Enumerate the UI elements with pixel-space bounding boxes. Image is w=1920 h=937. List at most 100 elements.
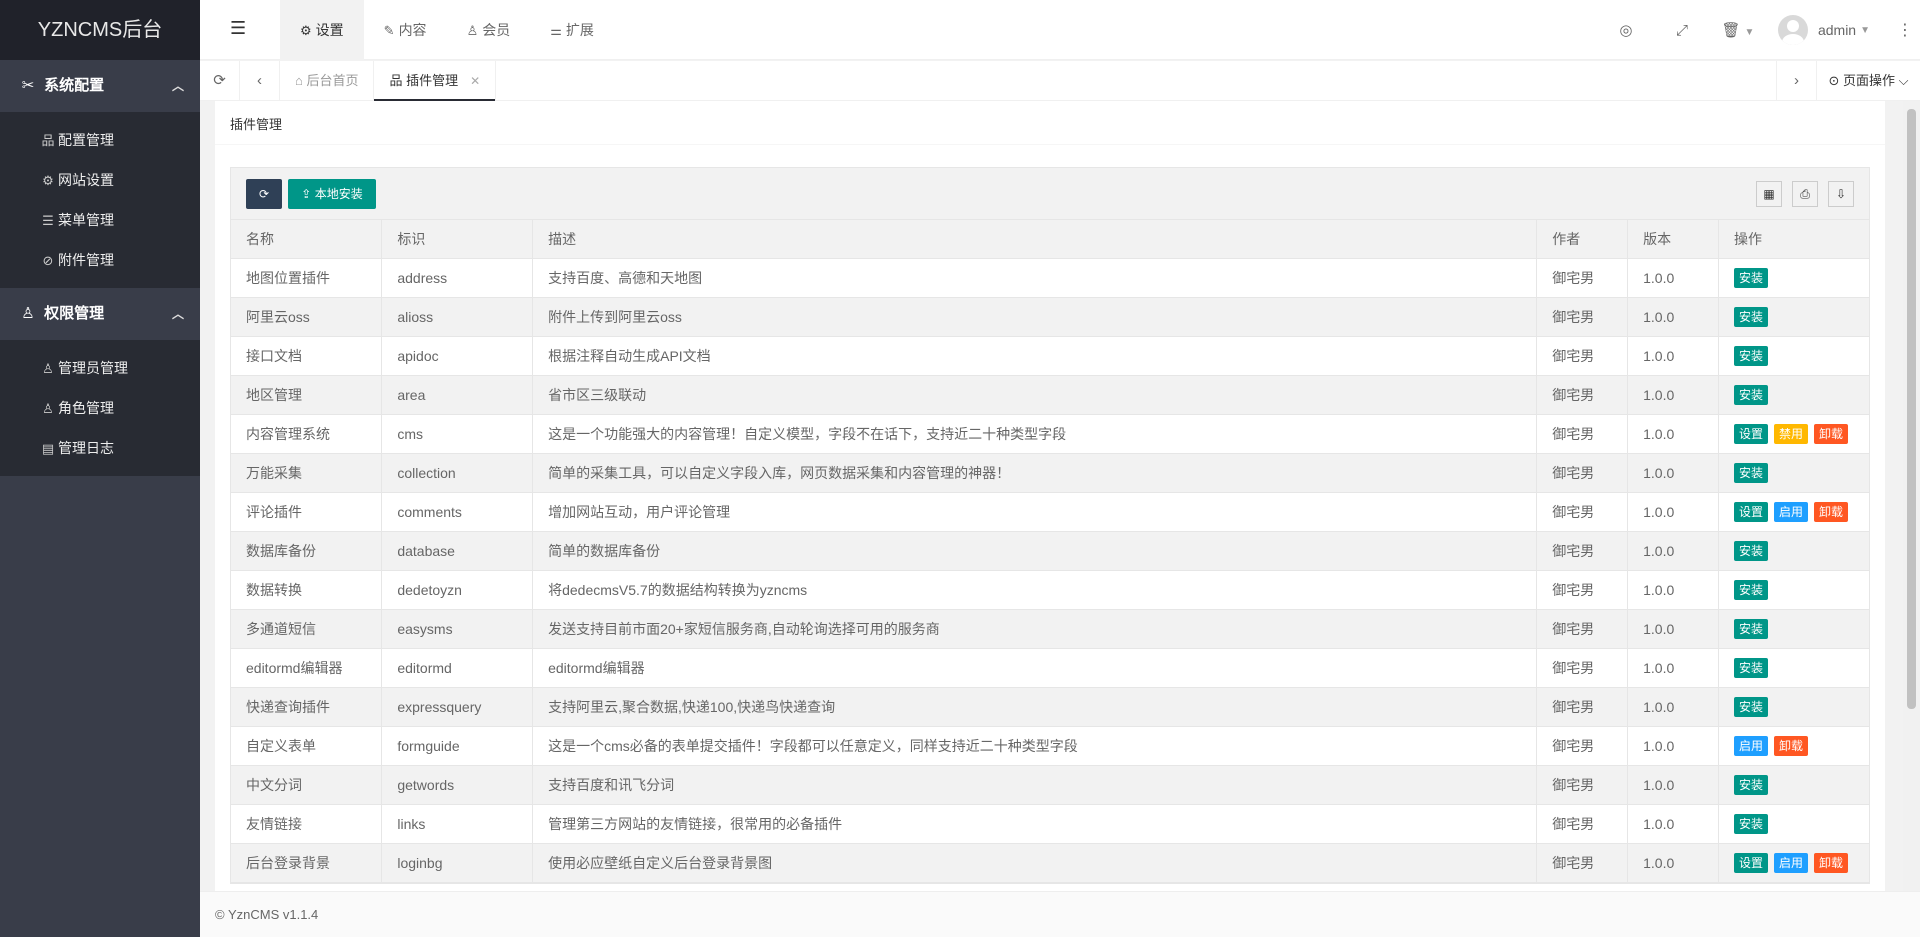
cell-author: 御宅男	[1536, 648, 1629, 688]
tab-plugin-manage[interactable]: 品 插件管理 ✕	[374, 61, 497, 101]
action-button[interactable]: 卸载	[1773, 735, 1808, 756]
footer: © YznCMS v1.1.4	[200, 891, 1920, 937]
top-menu-extend[interactable]: ⚌ 扩展	[530, 0, 614, 60]
action-button[interactable]: 安装	[1733, 267, 1768, 288]
top-menu-member[interactable]: ♙ 会员	[447, 0, 531, 60]
action-button[interactable]: 安装	[1733, 579, 1768, 600]
cell-id: editormd	[381, 648, 534, 688]
action-button[interactable]: 设置	[1733, 501, 1768, 522]
cell-name: 接口文档	[231, 336, 383, 376]
action-button[interactable]: 安装	[1733, 345, 1768, 366]
more-vertical-icon[interactable]: ⋮	[1890, 20, 1920, 40]
tab-home[interactable]: ⌂ 后台首页	[280, 61, 375, 101]
action-button[interactable]: 设置	[1733, 852, 1768, 873]
sidebar-item-role-manage[interactable]: ♙ 角色管理	[0, 388, 200, 428]
table-row: 接口文档 apidoc 根据注释自动生成API文档 御宅男 1.0.0 安装	[231, 336, 1869, 376]
cell-desc: 发送支持目前市面20+家短信服务商,自动轮询选择可用的服务商	[532, 609, 1538, 649]
top-menu-content[interactable]: ✎ 内容	[364, 0, 447, 60]
sidebar: YZNCMS后台 ✂ 系统配置 ︿ 品配置管理 ⚙ 网站设置 ☰ 菜单管理 ⊘ 附件管…	[0, 0, 200, 937]
export-icon[interactable]: ⇩	[1828, 181, 1854, 207]
tab-label: 后台首页	[306, 73, 359, 88]
action-button[interactable]: 安装	[1733, 657, 1768, 678]
action-button[interactable]: 安装	[1733, 774, 1768, 795]
cell-desc: editormd编辑器	[532, 648, 1538, 688]
table-row: 多通道短信 easysms 发送支持目前市面20+家短信服务商,自动轮询选择可用的服…	[231, 609, 1869, 649]
local-install-button[interactable]: ⇪ 本地安装	[288, 179, 376, 209]
tools-icon: ✂	[21, 77, 35, 94]
action-button[interactable]: 安装	[1733, 540, 1768, 561]
cell-actions: 设置 启用 卸载	[1718, 843, 1869, 883]
app-logo[interactable]: YZNCMS后台	[0, 0, 200, 60]
col-header-name: 名称	[231, 220, 383, 259]
action-button[interactable]: 启用	[1733, 735, 1768, 756]
cell-version: 1.0.0	[1627, 414, 1719, 454]
action-button[interactable]: 禁用	[1773, 423, 1808, 444]
cell-id: dedetoyzn	[381, 570, 534, 610]
refresh-button[interactable]: ⟳	[246, 179, 282, 209]
refresh-icon: ⟳	[258, 187, 270, 201]
table-toolbar: ⟳ ⇪ 本地安装 ▦ ⎙ ⇩	[231, 168, 1869, 220]
action-button[interactable]: 设置	[1733, 423, 1768, 444]
columns-filter-icon[interactable]: ▦	[1756, 181, 1782, 207]
action-button[interactable]: 安装	[1733, 813, 1768, 834]
action-button[interactable]: 启用	[1773, 852, 1808, 873]
plugin-table-wrapper: ⟳ ⇪ 本地安装 ▦ ⎙ ⇩ 名称 标识 描述 作者 版本 操作 地图位置插件 a…	[230, 167, 1870, 884]
close-icon[interactable]: ✕	[470, 74, 480, 88]
nav-group-permission[interactable]: ♙ 权限管理 ︿	[0, 288, 200, 340]
cell-name: 自定义表单	[231, 726, 383, 766]
top-menu-label: 内容	[398, 22, 427, 38]
sidebar-item-config-manage[interactable]: 品配置管理	[0, 120, 200, 160]
sitemap-icon: 品	[389, 73, 407, 88]
cell-name: 快递查询插件	[231, 687, 383, 727]
refresh-icon: ⟳	[213, 72, 226, 89]
cell-id: formguide	[381, 726, 534, 766]
cell-version: 1.0.0	[1627, 648, 1719, 688]
tabs-prev-button[interactable]: ‹	[240, 61, 280, 101]
refresh-tab-button[interactable]: ⟳	[200, 61, 240, 101]
action-button[interactable]: 启用	[1773, 501, 1808, 522]
sidebar-item-menu-manage[interactable]: ☰ 菜单管理	[0, 200, 200, 240]
action-button[interactable]: 卸载	[1813, 852, 1848, 873]
user-key-icon: ♙	[21, 305, 35, 322]
page-ops-dropdown[interactable]: ⊙ 页面操作 ⌵	[1816, 61, 1920, 101]
cell-id: alioss	[381, 297, 534, 337]
table-row: editormd编辑器 editormd editormd编辑器 御宅男 1.0.0 安装	[231, 648, 1869, 688]
cell-version: 1.0.0	[1627, 375, 1719, 415]
sidebar-item-site-settings[interactable]: ⚙ 网站设置	[0, 160, 200, 200]
action-button[interactable]: 安装	[1733, 384, 1768, 405]
action-button[interactable]: 安装	[1733, 696, 1768, 717]
user-menu[interactable]: admin ▼	[1766, 15, 1890, 45]
table-body: 地图位置插件 address 支持百度、高德和天地图 御宅男 1.0.0 安装 阿里云oss…	[231, 258, 1869, 883]
tab-label: 插件管理	[406, 73, 459, 88]
menu-toggle-icon[interactable]: ☰	[230, 18, 246, 39]
table-row: 中文分词 getwords 支持百度和讯飞分词 御宅男 1.0.0 安装	[231, 765, 1869, 805]
cell-name: 友情链接	[231, 804, 383, 844]
trash-icon[interactable]: 🗑 ▼	[1710, 21, 1766, 39]
action-button[interactable]: 卸载	[1813, 501, 1848, 522]
action-button[interactable]: 安装	[1733, 462, 1768, 483]
cell-version: 1.0.0	[1627, 765, 1719, 805]
nav-group-system-config[interactable]: ✂ 系统配置 ︿	[0, 60, 200, 112]
home-icon: ⌂	[295, 73, 307, 88]
action-button[interactable]: 卸载	[1813, 423, 1848, 444]
sidebar-item-admin-log[interactable]: ▤ 管理日志	[0, 428, 200, 468]
nav-sub-permission: ♙ 管理员管理 ♙ 角色管理 ▤ 管理日志	[0, 340, 200, 476]
cell-version: 1.0.0	[1627, 726, 1719, 766]
globe-icon[interactable]: ◎	[1598, 21, 1654, 39]
sidebar-item-attachment-manage[interactable]: ⊘ 附件管理	[0, 240, 200, 280]
action-button[interactable]: 安装	[1733, 618, 1768, 639]
cell-version: 1.0.0	[1627, 570, 1719, 610]
cell-actions: 设置 启用 卸载	[1718, 492, 1869, 532]
cell-author: 御宅男	[1536, 258, 1629, 298]
sidebar-item-admin-manage[interactable]: ♙ 管理员管理	[0, 348, 200, 388]
vertical-scrollbar[interactable]	[1903, 101, 1920, 891]
action-button[interactable]: 安装	[1733, 306, 1768, 327]
cell-version: 1.0.0	[1627, 492, 1719, 532]
top-menu-settings[interactable]: ⚙ 设置	[280, 0, 364, 60]
scrollbar-thumb[interactable]	[1907, 109, 1916, 709]
sliders-icon: ⚌	[550, 23, 562, 38]
fullscreen-icon[interactable]: ⤢	[1654, 22, 1710, 39]
print-icon[interactable]: ⎙	[1792, 181, 1818, 207]
main-card: 插件管理 ⟳ ⇪ 本地安装 ▦ ⎙ ⇩ 名称 标识 描述 作者 版本 操作 地图…	[215, 101, 1885, 891]
tabs-next-button[interactable]: ›	[1776, 61, 1816, 101]
